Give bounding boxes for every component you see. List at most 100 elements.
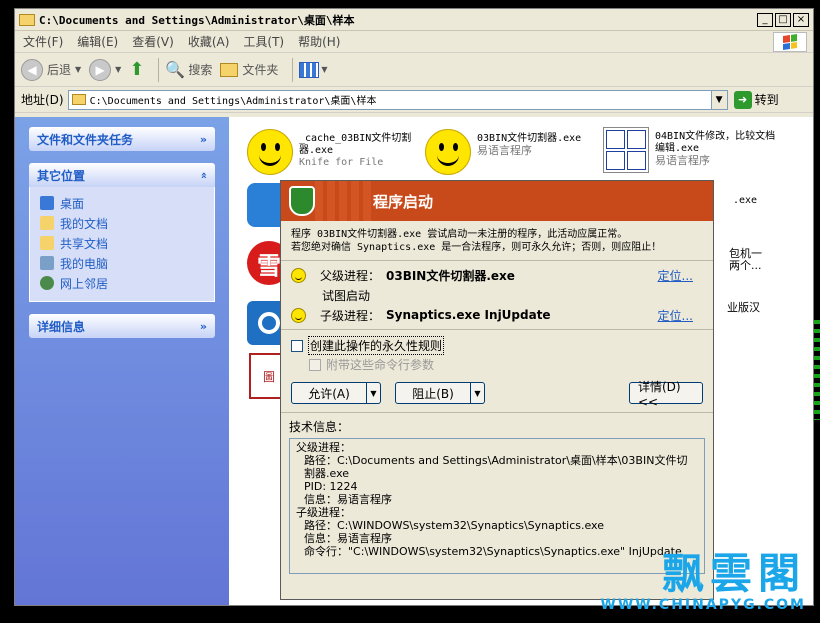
- menu-file[interactable]: 文件(F): [23, 33, 63, 50]
- back-button[interactable]: ◀ 后退 ▼: [21, 58, 81, 81]
- allow-dropdown-icon[interactable]: ▼: [367, 382, 381, 404]
- search-label: 搜索: [188, 63, 213, 77]
- file-name: 04BIN文件修改，比较文档编辑.exe: [655, 131, 776, 154]
- place-label: 桌面: [60, 196, 85, 211]
- locate-parent-link[interactable]: 定位...: [658, 267, 693, 284]
- place-desktop[interactable]: 桌面: [40, 193, 204, 213]
- places-panel-title: 其它位置: [37, 168, 86, 183]
- child-label: 子级进程：: [320, 308, 381, 323]
- place-network[interactable]: 网上邻居: [40, 273, 204, 293]
- block-button[interactable]: 阻止(B): [395, 382, 471, 404]
- tech-label: 技术信息：: [289, 420, 350, 434]
- details-button[interactable]: 详情(D) <<: [629, 380, 703, 409]
- file-item[interactable]: 03BIN文件切割器.exe 易语言程序: [425, 129, 581, 175]
- menu-help[interactable]: 帮助(H): [298, 33, 340, 50]
- place-my-documents[interactable]: 我的文档: [40, 213, 204, 233]
- place-my-computer[interactable]: 我的电脑: [40, 253, 204, 273]
- folders-button[interactable]: 文件夹: [220, 61, 278, 78]
- with-args-checkbox[interactable]: 附带这些命令行参数: [291, 355, 703, 374]
- address-dropdown-icon[interactable]: ▼: [710, 90, 727, 109]
- place-label: 我的文档: [60, 216, 109, 231]
- maximize-button[interactable]: □: [775, 12, 791, 27]
- folder-icon: [40, 236, 54, 250]
- menu-edit[interactable]: 编辑(E): [77, 33, 118, 50]
- smiley-icon: [291, 267, 306, 283]
- permanent-rule-checkbox[interactable]: 创建此操作的永久性规则: [291, 336, 703, 355]
- views-button[interactable]: ▼: [299, 61, 328, 78]
- dialog-title: 程序启动: [373, 192, 434, 211]
- checkbox-box[interactable]: [291, 339, 303, 352]
- chevron-down-icon[interactable]: »: [200, 133, 207, 146]
- forward-button[interactable]: ▶ ▼: [89, 58, 121, 81]
- folder-icon: [40, 216, 54, 230]
- address-input[interactable]: C:\Documents and Settings\Administrator\…: [67, 89, 728, 110]
- go-button[interactable]: ➜ 转到: [733, 90, 779, 109]
- chevron-down-icon[interactable]: »: [200, 320, 207, 333]
- up-arrow-icon: ⬆: [129, 59, 145, 80]
- file-item[interactable]: _cache_03BIN文件切割器.exe Knife for File: [247, 129, 417, 175]
- chevron-up-icon[interactable]: »: [197, 171, 210, 178]
- dialog-message: 程序 03BIN文件切割器.exe 尝试启动一未注册的程序，此活动应属正常。 若…: [281, 221, 713, 261]
- forward-arrow-icon: ▶: [89, 58, 112, 81]
- places-panel-header[interactable]: 其它位置 »: [29, 163, 215, 187]
- close-button[interactable]: ×: [793, 12, 809, 27]
- header-pattern: [315, 181, 375, 221]
- tech-parent-head: 父级进程：: [296, 441, 351, 454]
- message-line-2: 若您绝对确信 Synaptics.exe 是一合法程序，则可永久允许；否则，则应…: [291, 242, 662, 253]
- place-label: 共享文档: [60, 236, 109, 251]
- watermark-url: WWW.CHINAPYG.COM: [600, 597, 806, 613]
- tasks-panel-header[interactable]: 文件和文件夹任务 »: [29, 127, 215, 151]
- address-bar: 地址(D) C:\Documents and Settings\Administ…: [15, 87, 813, 113]
- search-button[interactable]: 🔍 搜索: [165, 60, 212, 79]
- file-text: _cache_03BIN文件切割器.exe Knife for File: [299, 133, 417, 169]
- file-text: 04BIN文件修改，比较文档编辑.exe 易语言程序: [655, 131, 779, 167]
- menu-view[interactable]: 查看(V): [132, 33, 174, 50]
- parent-value: 03BIN文件切割器.exe: [386, 268, 515, 283]
- menu-bar: 文件(F) 编辑(E) 查看(V) 收藏(A) 工具(T) 帮助(H): [15, 31, 813, 53]
- file-item[interactable]: 04BIN文件修改，比较文档编辑.exe 易语言程序: [603, 127, 779, 173]
- locate-child-link[interactable]: 定位...: [658, 307, 693, 324]
- place-label: 网上邻居: [60, 276, 109, 291]
- technical-info: 技术信息： 父级进程： 路径：C:\Documents and Settings…: [281, 412, 713, 574]
- window-title: C:\Documents and Settings\Administrator\…: [39, 13, 355, 27]
- block-dropdown-icon[interactable]: ▼: [471, 382, 485, 404]
- shield-icon: [289, 186, 315, 216]
- with-args-label: 附带这些命令行参数: [326, 358, 435, 372]
- minimize-button[interactable]: _: [757, 12, 773, 27]
- checkbox-box[interactable]: [309, 358, 321, 371]
- parent-label: 父级进程：: [320, 268, 381, 283]
- tried-launch-row: 试图启动: [291, 285, 703, 305]
- up-folder-button[interactable]: ⬆: [129, 59, 144, 80]
- folders-label: 文件夹: [242, 63, 279, 77]
- file-name: _cache_03BIN文件切割器.exe: [299, 133, 412, 156]
- smiley-icon: [291, 307, 306, 323]
- allow-button[interactable]: 允许(A): [291, 382, 367, 404]
- windows-logo-icon: [773, 32, 807, 52]
- tech-parent-pid: PID: 1224: [304, 480, 358, 493]
- toolbar-separator: [292, 57, 294, 82]
- file-desc: 易语言程序: [655, 154, 710, 167]
- address-value: C:\Documents and Settings\Administrator\…: [89, 96, 377, 107]
- places-list: 桌面 我的文档 共享文档 我的电脑 网上邻居: [29, 187, 215, 302]
- process-info: 父级进程： 03BIN文件切割器.exe 定位... 试图启动 子级进程： Sy…: [281, 261, 713, 330]
- details-panel-header[interactable]: 详细信息 »: [29, 314, 215, 338]
- folder-icon: [71, 94, 86, 105]
- partial-file-text: 业版汉: [727, 301, 760, 314]
- title-bar: C:\Documents and Settings\Administrator\…: [15, 9, 813, 31]
- partial-file-text: 两个...: [729, 259, 762, 272]
- network-icon: [40, 276, 54, 290]
- window-controls: _ □ ×: [757, 12, 809, 27]
- back-arrow-icon: ◀: [21, 58, 43, 81]
- child-value: Synaptics.exe InjUpdate: [386, 308, 551, 322]
- smiley-icon: [425, 129, 471, 175]
- dialog-buttons: 允许(A) ▼ 阻止(B) ▼ 详情(D) <<: [281, 374, 713, 412]
- views-icon: [299, 61, 320, 78]
- back-label: 后退: [47, 63, 72, 77]
- file-text: 03BIN文件切割器.exe 易语言程序: [477, 133, 581, 157]
- place-shared-documents[interactable]: 共享文档: [40, 233, 204, 253]
- menu-favorites[interactable]: 收藏(A): [188, 33, 230, 50]
- menu-tools[interactable]: 工具(T): [243, 33, 284, 50]
- allow-split-button: 允许(A) ▼: [291, 382, 381, 404]
- computer-icon: [40, 256, 54, 270]
- place-label: 我的电脑: [60, 256, 109, 271]
